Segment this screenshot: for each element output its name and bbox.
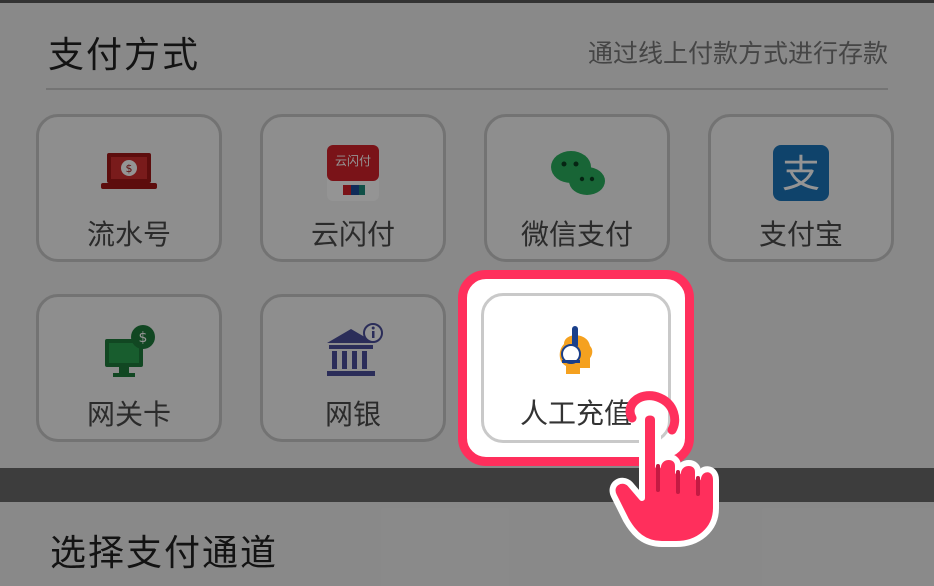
pointer-hand-icon — [609, 391, 719, 547]
headset-agent-icon — [559, 326, 593, 374]
